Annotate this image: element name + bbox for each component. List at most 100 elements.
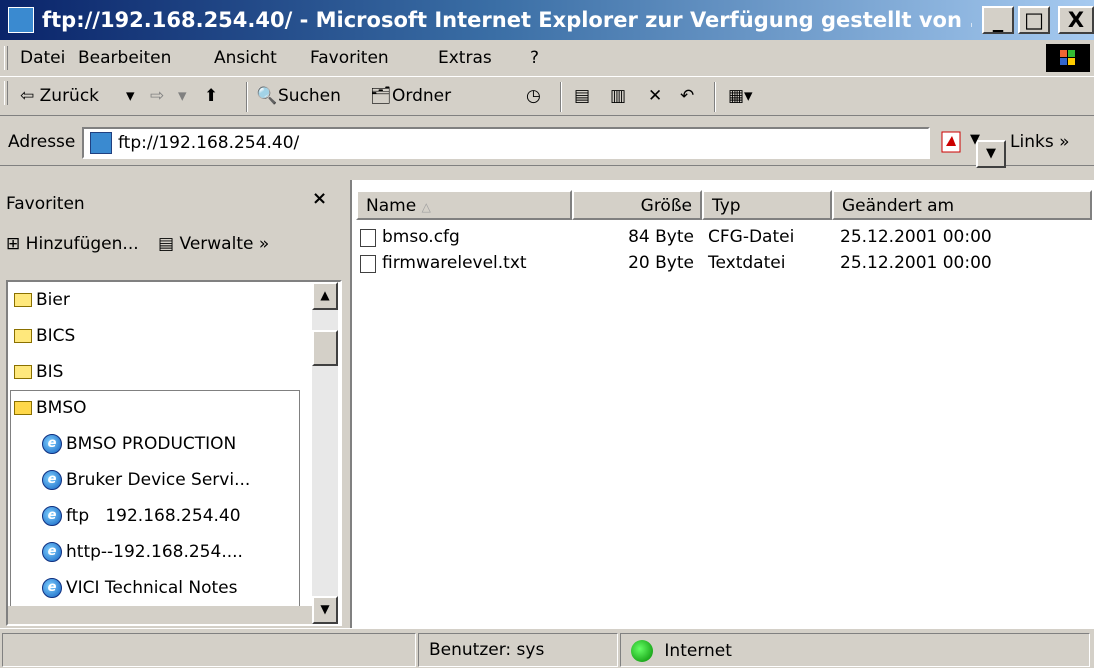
maximize-button[interactable]: □ [1018, 6, 1050, 34]
tree-item-label: http--192.168.254.... [66, 542, 243, 562]
tree-item-label: VICI Technical Notes [66, 578, 238, 598]
tree-item-label: Bier [36, 290, 70, 310]
file-size: 84 Byte [628, 227, 694, 247]
file-type: Textdatei [708, 253, 786, 273]
links-toolbar[interactable]: Links » [1010, 132, 1069, 152]
tree-item-label: ftp 192.168.254.40 [66, 506, 241, 526]
forward-button[interactable]: ⇨ [150, 86, 164, 106]
column-header-size[interactable]: Größe [572, 190, 702, 220]
column-header-name[interactable]: Name △ [356, 190, 572, 220]
file-name: firmwarelevel.txt [382, 253, 527, 273]
copy-to-icon[interactable]: ▥ [610, 86, 626, 106]
ie-link-icon: e [42, 506, 62, 526]
file-size: 20 Byte [628, 253, 694, 273]
file-name: bmso.cfg [382, 227, 460, 247]
up-folder-icon[interactable]: ⬆ [204, 86, 218, 106]
status-zone: Internet [664, 641, 732, 661]
favorites-close-button[interactable]: × [312, 188, 327, 209]
history-icon[interactable]: ◷ [526, 86, 541, 106]
folder-icon [14, 329, 32, 343]
favorites-pane: Favoriten × ⊞ Hinzufügen... ▤ Verwalte »… [0, 180, 345, 628]
pdf-icon[interactable] [940, 130, 964, 154]
file-modified: 25.12.2001 00:00 [840, 253, 992, 273]
add-favorite-button[interactable]: Hinzufügen... [26, 234, 139, 254]
organize-favorites-icon[interactable]: ▤ [158, 234, 174, 254]
menu-extras[interactable]: Extras [438, 48, 492, 68]
delete-icon[interactable]: ✕ [648, 86, 662, 106]
pdf-dropdown-icon[interactable]: ▼ [970, 132, 980, 147]
tree-item-ftp[interactable]: e ftp 192.168.254.40 [10, 498, 310, 534]
internet-zone-icon [631, 640, 653, 662]
close-button[interactable]: X [1058, 6, 1094, 34]
back-dropdown[interactable]: ▾ [126, 86, 135, 106]
windows-logo-icon [1046, 44, 1090, 72]
file-row[interactable]: bmso.cfg 84 Byte CFG-Datei 25.12.2001 00… [352, 224, 1094, 252]
ie-link-icon: e [42, 470, 62, 490]
favorites-actions: ⊞ Hinzufügen... ▤ Verwalte » [6, 234, 269, 254]
standard-toolbar: ⇦ Zurück ▾ ⇨ ▾ ⬆ 🔍 Suchen 🗂 Ordner ◷ ▤ ▥… [0, 76, 1094, 116]
file-modified: 25.12.2001 00:00 [840, 227, 992, 247]
column-header-type[interactable]: Typ [702, 190, 832, 220]
ftp-site-icon [90, 132, 112, 154]
toolbar-grip[interactable] [4, 46, 8, 70]
add-favorite-icon[interactable]: ⊞ [6, 234, 20, 254]
ie-link-icon: e [42, 434, 62, 454]
window-title: ftp://192.168.254.40/ - Microsoft Intern… [42, 8, 972, 32]
organize-favorites-button[interactable]: Verwalte » [180, 234, 270, 254]
folder-open-icon [14, 401, 32, 415]
status-main-panel [2, 633, 416, 667]
views-button[interactable]: ▦▾ [728, 86, 753, 106]
menu-favoriten[interactable]: Favoriten [310, 48, 389, 68]
tree-item-label: BMSO [36, 398, 87, 418]
status-zone-panel: Internet [620, 633, 1090, 667]
move-to-icon[interactable]: ▤ [574, 86, 590, 106]
menu-help[interactable]: ? [530, 48, 539, 68]
menu-bar: Datei Bearbeiten Ansicht Favoriten Extra… [0, 42, 1094, 74]
address-field[interactable]: ftp://192.168.254.40/ ▼ [82, 127, 1006, 168]
minimize-button[interactable]: _ [982, 6, 1014, 34]
ie-window-icon[interactable] [8, 7, 34, 33]
toolbar-separator [714, 82, 716, 112]
undo-icon[interactable]: ↶ [680, 86, 694, 106]
toolbar-grip[interactable] [4, 81, 8, 105]
address-dropdown-button[interactable]: ▼ [976, 140, 1006, 168]
toolbar-separator [246, 82, 248, 112]
favorites-scrollbar[interactable]: ▲ ▼ [312, 282, 338, 624]
folders-button[interactable]: Ordner [392, 86, 451, 106]
address-label: Adresse [8, 132, 76, 152]
menu-ansicht[interactable]: Ansicht [214, 48, 277, 68]
scroll-up-button[interactable]: ▲ [312, 282, 338, 310]
forward-dropdown[interactable]: ▾ [178, 86, 187, 106]
search-icon[interactable]: 🔍 [256, 86, 277, 106]
back-button[interactable]: ⇦ Zurück [20, 86, 99, 106]
scroll-thumb[interactable] [312, 330, 338, 366]
address-bar: Adresse ftp://192.168.254.40/ ▼ ▼ Links … [0, 118, 1094, 168]
folder-icon [14, 365, 32, 379]
cfg-file-icon [360, 229, 376, 247]
tree-item-label: BIS [36, 362, 64, 382]
address-value[interactable]: ftp://192.168.254.40/ [118, 133, 299, 153]
file-row[interactable]: firmwarelevel.txt 20 Byte Textdatei 25.1… [352, 250, 1094, 278]
folders-icon[interactable]: 🗂 [370, 86, 392, 106]
file-list-pane[interactable]: Name △ Größe Typ Geändert am bmso.cfg 84… [350, 180, 1094, 628]
tree-item-label: BMSO PRODUCTION [66, 434, 237, 454]
search-button[interactable]: Suchen [278, 86, 341, 106]
ie-link-icon: e [42, 542, 62, 562]
scroll-down-button[interactable]: ▼ [312, 596, 338, 624]
column-header-modified[interactable]: Geändert am [832, 190, 1092, 220]
file-type: CFG-Datei [708, 227, 795, 247]
column-header-label: Name [366, 196, 417, 216]
status-bar: Benutzer: sys Internet [0, 628, 1094, 668]
tree-item-label: BICS [36, 326, 76, 346]
favorites-tree[interactable]: Bier BICS BIS BMSO e BMSO PRODUCTION e B… [6, 280, 342, 626]
menu-datei[interactable]: Datei [20, 48, 65, 68]
title-bar[interactable]: ftp://192.168.254.40/ - Microsoft Intern… [0, 0, 1094, 40]
status-user: Benutzer: sys [418, 633, 618, 667]
text-file-icon [360, 255, 376, 273]
selected-highlight [8, 606, 312, 624]
ie-link-icon: e [42, 578, 62, 598]
tree-item-label: Bruker Device Servi... [66, 470, 251, 490]
toolbar-separator [560, 82, 562, 112]
menu-bearbeiten[interactable]: Bearbeiten [78, 48, 171, 68]
folder-icon [14, 293, 32, 307]
